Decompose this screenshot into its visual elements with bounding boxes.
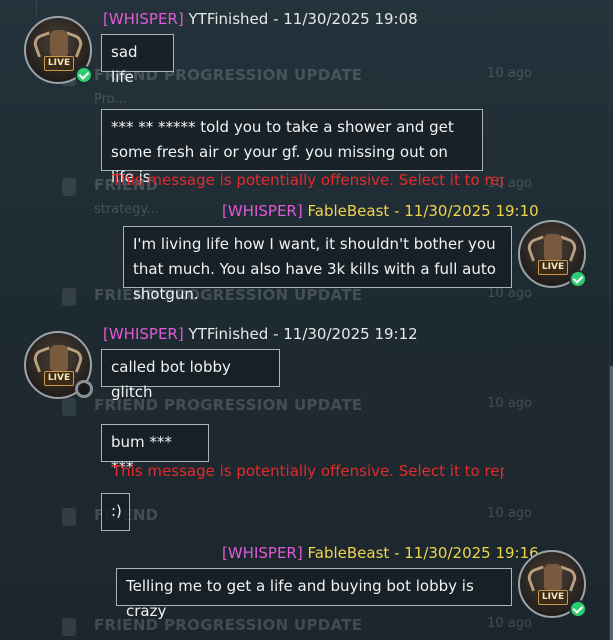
whisper-tag: [WHISPER] (103, 325, 184, 343)
message-header: [WHISPER] FableBeast - 11/30/2025 19:10 (222, 202, 539, 220)
avatar-art (50, 345, 68, 371)
message-bubble[interactable]: bum *** *** (101, 424, 209, 476)
avatar-art (50, 30, 68, 56)
message-timestamp: - 11/30/2025 19:12 (273, 325, 418, 343)
message-header: [WHISPER] YTFinished - 11/30/2025 19:12 (103, 325, 418, 343)
message-bubble[interactable]: sad life (101, 34, 174, 86)
message-header: [WHISPER] YTFinished - 11/30/2025 19:08 (103, 10, 418, 28)
feed-time: 10 ago (487, 506, 532, 521)
whisper-tag: [WHISPER] (222, 202, 303, 220)
feed-icon (62, 398, 76, 416)
message-bubble[interactable]: I'm living life how I want, it shouldn't… (123, 226, 512, 303)
feed-icon (62, 178, 76, 196)
message-bubble[interactable]: *** ** ***** told you to take a shower a… (101, 109, 483, 186)
offensive-warning[interactable]: This message is potentially offensive. S… (112, 462, 504, 480)
sender-name[interactable]: YTFinished (189, 10, 269, 28)
live-badge: LIVE (44, 56, 74, 71)
sender-name[interactable]: FableBeast (308, 544, 390, 562)
online-status-icon (569, 270, 587, 288)
message-bubble[interactable]: called bot lobby glitch (101, 349, 280, 401)
feed-time: 10 ago (487, 396, 532, 411)
feed-sub: Pro... (94, 92, 127, 107)
live-badge: LIVE (538, 260, 568, 275)
whisper-tag: [WHISPER] (103, 10, 184, 28)
live-badge: LIVE (538, 590, 568, 605)
message-timestamp: - 11/30/2025 19:16 (394, 544, 539, 562)
sender-name[interactable]: FableBeast (308, 202, 390, 220)
feed-time: 10 ago (487, 616, 532, 631)
online-status-icon (569, 600, 587, 618)
whisper-tag: [WHISPER] (222, 544, 303, 562)
message-bubble[interactable]: :) (101, 493, 130, 531)
sender-name[interactable]: YTFinished (189, 325, 269, 343)
feed-icon (62, 618, 76, 636)
online-status-icon (75, 66, 93, 84)
feed-sub: strategy... (94, 202, 159, 217)
live-badge: LIVE (44, 371, 74, 386)
offensive-warning[interactable]: This message is potentially offensive. S… (112, 171, 504, 189)
avatar-art (544, 564, 562, 590)
feed-time: 10 ago (487, 286, 532, 301)
feed-time: 10 ago (487, 66, 532, 81)
message-header: [WHISPER] FableBeast - 11/30/2025 19:16 (222, 544, 539, 562)
divider (36, 0, 37, 14)
feed-icon (62, 508, 76, 526)
feed-icon (62, 288, 76, 306)
message-timestamp: - 11/30/2025 19:08 (273, 10, 418, 28)
offline-status-icon (75, 380, 93, 398)
message-timestamp: - 11/30/2025 19:10 (394, 202, 539, 220)
avatar-art (544, 234, 562, 260)
message-bubble[interactable]: Telling me to get a life and buying bot … (116, 568, 512, 620)
